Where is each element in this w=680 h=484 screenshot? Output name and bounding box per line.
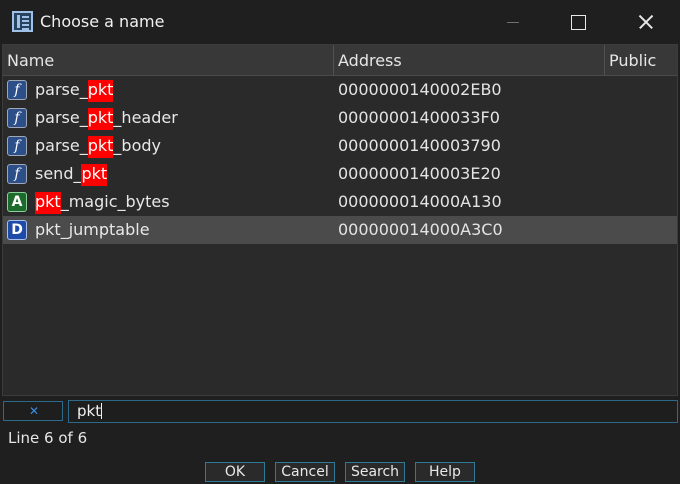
name-prefix: parse_: [35, 108, 88, 127]
column-header-public[interactable]: Public: [605, 45, 677, 76]
list-rows: f parse_pkt 0000000140002EB0 f parse_pkt_hea…: [3, 76, 677, 244]
row-name: pkt_jumptable: [35, 216, 150, 244]
table-row[interactable]: f parse_pkt_body 0000000140003790: [3, 132, 677, 160]
name-prefix: parse_: [35, 136, 88, 155]
function-icon: f: [7, 108, 27, 128]
row-address: 000000014000A130: [338, 192, 502, 211]
cancel-button[interactable]: Cancel: [275, 462, 335, 482]
app-window-icon: [12, 11, 33, 32]
function-icon: f: [7, 136, 27, 156]
name-prefix: send_: [35, 164, 82, 183]
row-name: parse_pkt: [35, 76, 114, 104]
minimize-button[interactable]: [490, 0, 536, 44]
match-highlight: pkt: [87, 136, 114, 158]
match-highlight: pkt: [87, 108, 114, 130]
search-button[interactable]: Search: [345, 462, 405, 482]
name-suffix: _header: [113, 108, 178, 127]
name-suffix: _magic_bytes: [60, 192, 170, 211]
filter-input[interactable]: pkt: [68, 400, 678, 423]
column-header-name[interactable]: Name: [3, 45, 334, 76]
row-address: 0000000140003790: [338, 136, 501, 155]
filter-text: pkt: [77, 402, 102, 420]
ascii-string-icon: A: [7, 192, 27, 212]
maximize-button[interactable]: [555, 0, 601, 44]
names-list[interactable]: Name Address Public f parse_pkt 0000000140…: [2, 44, 678, 396]
match-highlight: pkt: [87, 80, 114, 102]
text-caret: [101, 403, 103, 419]
table-row[interactable]: Apkt_magic_bytes 000000014000A130: [3, 188, 677, 216]
row-name: parse_pkt_body: [35, 132, 161, 160]
clear-icon: ✕: [28, 404, 40, 418]
match-highlight: pkt: [81, 164, 108, 186]
status-line: Line 6 of 6: [8, 429, 88, 447]
row-address: 00000001400033F0: [338, 108, 500, 127]
function-icon: f: [7, 164, 27, 184]
row-address: 000000014000A3C0: [338, 220, 503, 239]
row-name: send_pkt: [35, 160, 108, 188]
table-row[interactable]: Dpkt_jumptable 000000014000A3C0: [3, 216, 677, 244]
function-icon: f: [7, 80, 27, 100]
table-row[interactable]: f parse_pkt 0000000140002EB0: [3, 76, 677, 104]
name-suffix: _body: [113, 136, 161, 155]
table-row[interactable]: f send_pkt 0000000140003E20: [3, 160, 677, 188]
column-header-address[interactable]: Address: [334, 45, 605, 76]
data-icon: D: [7, 220, 27, 240]
row-address: 0000000140002EB0: [338, 80, 502, 99]
row-address: 0000000140003E20: [338, 164, 501, 183]
window-title: Choose a name: [40, 12, 165, 31]
row-name: pkt_magic_bytes: [35, 188, 170, 216]
name-prefix: parse_: [35, 80, 88, 99]
close-button[interactable]: [623, 0, 669, 44]
clear-filter-button[interactable]: ✕: [3, 401, 63, 421]
row-name: parse_pkt_header: [35, 104, 178, 132]
ok-button[interactable]: OK: [205, 462, 265, 482]
title-bar: Choose a name: [0, 0, 680, 44]
help-button[interactable]: Help: [415, 462, 475, 482]
name-prefix: pkt_jumptable: [35, 220, 150, 239]
table-row[interactable]: f parse_pkt_header 00000001400033F0: [3, 104, 677, 132]
list-header: Name Address Public: [3, 45, 677, 76]
match-highlight: pkt: [35, 192, 61, 214]
